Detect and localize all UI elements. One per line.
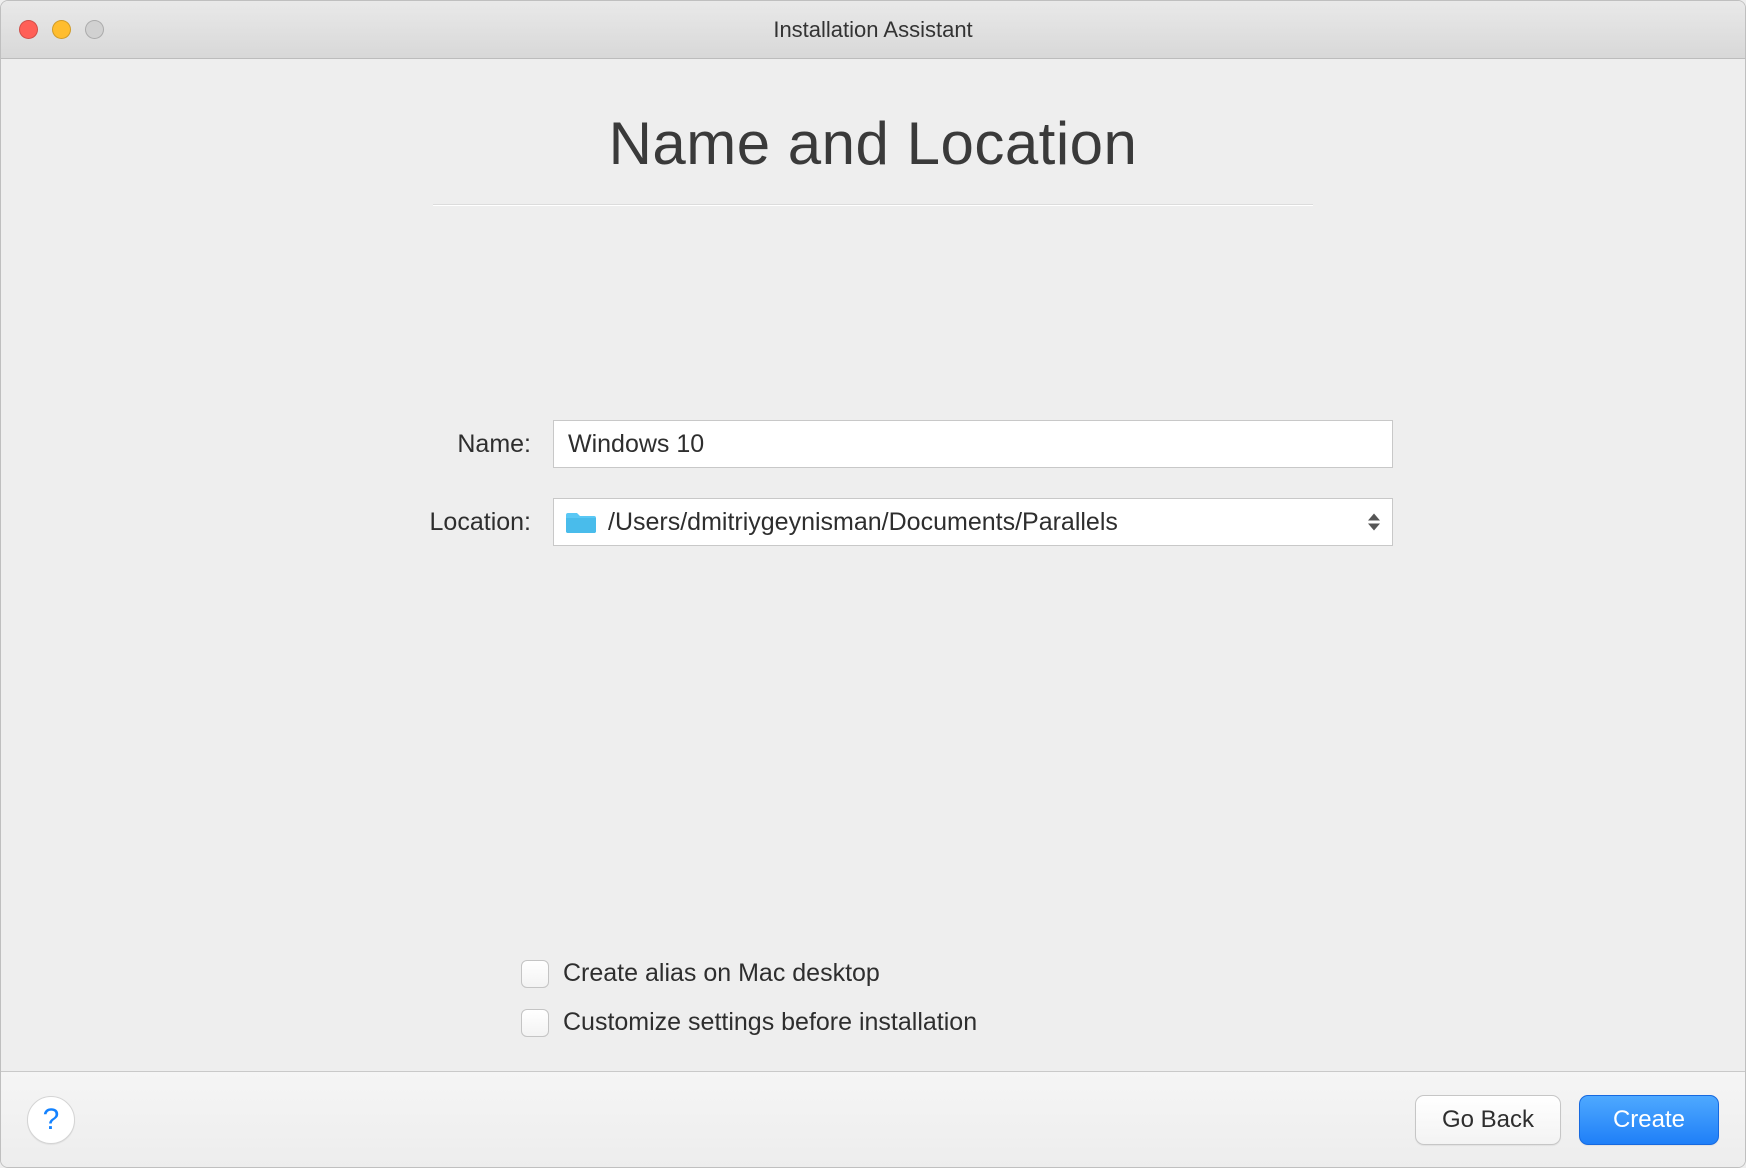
customize-checkbox[interactable] [521,1009,549,1037]
alias-label: Create alias on Mac desktop [563,959,880,988]
alias-checkbox[interactable] [521,960,549,988]
alias-option[interactable]: Create alias on Mac desktop [521,959,977,988]
create-button[interactable]: Create [1579,1095,1719,1145]
location-row: Location: /Users/dmitriygeynisman/Docume… [353,498,1393,546]
customize-option[interactable]: Customize settings before installation [521,1008,977,1037]
heading-divider [433,204,1313,206]
folder-icon [566,510,596,534]
form: Name: Location: /Users/dmitriygeynisman/… [353,420,1393,546]
installation-assistant-window: Installation Assistant Name and Location… [0,0,1746,1168]
location-label: Location: [353,508,553,537]
help-button[interactable]: ? [27,1096,75,1144]
window-title: Installation Assistant [1,17,1745,43]
location-select[interactable]: /Users/dmitriygeynisman/Documents/Parall… [553,498,1393,546]
help-icon: ? [43,1103,60,1137]
location-value: /Users/dmitriygeynisman/Documents/Parall… [608,508,1118,537]
name-row: Name: [353,420,1393,468]
name-label: Name: [353,430,553,459]
go-back-button[interactable]: Go Back [1415,1095,1561,1145]
customize-label: Customize settings before installation [563,1008,977,1037]
footer: ? Go Back Create [1,1071,1745,1167]
titlebar: Installation Assistant [1,1,1745,59]
name-input[interactable] [553,420,1393,468]
content-area: Name and Location Name: Location: / [1,59,1745,1071]
page-heading: Name and Location [1,109,1745,178]
updown-icon [1368,514,1380,531]
options-group: Create alias on Mac desktop Customize se… [521,959,977,1057]
